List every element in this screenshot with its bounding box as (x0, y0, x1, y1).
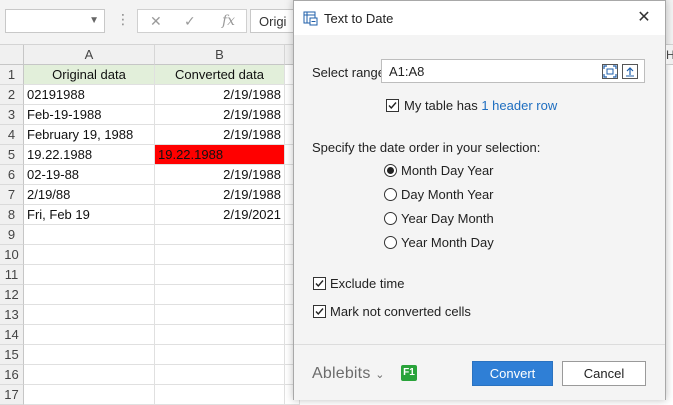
radio-year-month-day[interactable] (384, 236, 397, 249)
cell-b[interactable] (155, 285, 285, 305)
dialog-titlebar: Text to Date ✕ (294, 1, 665, 35)
text-to-date-dialog: Text to Date ✕ Select range: A1:A8 My ta… (293, 0, 666, 400)
cell-b[interactable]: 2/19/1988 (155, 185, 285, 205)
cell-b[interactable] (155, 265, 285, 285)
column-header-h[interactable]: H (666, 45, 673, 65)
cell-a[interactable]: Original data (24, 65, 155, 85)
exclude-time-checkbox[interactable] (313, 277, 326, 290)
select-range-icon[interactable] (602, 64, 618, 79)
cell-a[interactable] (24, 285, 155, 305)
dialog-footer: Ablebits ⌄ F1 Convert Cancel (294, 344, 665, 400)
radio-day-month-year[interactable] (384, 188, 397, 201)
row-header[interactable]: 10 (0, 245, 24, 265)
range-value: A1:A8 (389, 64, 425, 79)
header-row-label: My table has 1 header row (404, 98, 557, 113)
cell-a[interactable]: February 19, 1988 (24, 125, 155, 145)
text-to-date-icon (303, 11, 318, 29)
mark-not-converted-checkbox[interactable] (313, 305, 326, 318)
row-header[interactable]: 15 (0, 345, 24, 365)
cell-a[interactable] (24, 305, 155, 325)
mark-not-converted-label: Mark not converted cells (330, 304, 471, 319)
column-header-b[interactable]: B (155, 45, 285, 65)
ablebits-menu[interactable]: Ablebits ⌄ (312, 365, 385, 383)
row-header[interactable]: 3 (0, 105, 24, 125)
chevron-down-icon[interactable]: ▼ (89, 15, 99, 26)
select-range-label: Select range: (312, 65, 389, 80)
cell-a[interactable]: 02-19-88 (24, 165, 155, 185)
row-header[interactable]: 12 (0, 285, 24, 305)
name-box[interactable]: ▼ (5, 9, 105, 33)
fx-icon[interactable]: fx (222, 13, 235, 29)
collapse-dialog-icon[interactable] (622, 64, 638, 79)
cancel-button[interactable]: Cancel (562, 361, 646, 386)
cell-b[interactable]: 2/19/1988 (155, 85, 285, 105)
month-day-year-label: Month Day Year (401, 163, 494, 178)
chevron-down-icon: ⌄ (375, 369, 385, 381)
formula-actions: ✕ ✓ fx (137, 9, 247, 33)
row-header[interactable]: 16 (0, 365, 24, 385)
row-header[interactable]: 6 (0, 165, 24, 185)
row-header[interactable]: 8 (0, 205, 24, 225)
cell-a[interactable] (24, 385, 155, 405)
row-header[interactable]: 5 (0, 145, 24, 165)
brand-name: Ablebits (312, 365, 371, 382)
year-month-day-label: Year Month Day (401, 235, 494, 250)
cancel-icon[interactable]: ✕ (150, 13, 162, 30)
cell-b[interactable]: 2/19/1988 (155, 105, 285, 125)
row-header[interactable]: 2 (0, 85, 24, 105)
cell-b[interactable] (155, 225, 285, 245)
cell-b[interactable] (155, 305, 285, 325)
help-icon[interactable]: F1 (401, 365, 417, 381)
cell-a[interactable] (24, 365, 155, 385)
year-day-month-label: Year Day Month (401, 211, 494, 226)
cell-a[interactable]: 02191988 (24, 85, 155, 105)
select-all-corner[interactable] (0, 45, 24, 65)
cell-a[interactable] (24, 245, 155, 265)
row-header[interactable]: 9 (0, 225, 24, 245)
range-input[interactable]: A1:A8 (381, 59, 645, 83)
row-header[interactable]: 14 (0, 325, 24, 345)
row-header[interactable]: 13 (0, 305, 24, 325)
day-month-year-label: Day Month Year (401, 187, 494, 202)
row-header[interactable]: 4 (0, 125, 24, 145)
radio-year-day-month[interactable] (384, 212, 397, 225)
cell-b[interactable] (155, 345, 285, 365)
cell-b[interactable]: Converted data (155, 65, 285, 85)
row-header[interactable]: 11 (0, 265, 24, 285)
cell-a[interactable]: 19.22.1988 (24, 145, 155, 165)
cell-b[interactable] (155, 385, 285, 405)
cell-b[interactable]: 2/19/1988 (155, 165, 285, 185)
row-header[interactable]: 1 (0, 65, 24, 85)
cell-b[interactable] (155, 325, 285, 345)
more-options-icon: ⋮ (116, 11, 130, 27)
dialog-title: Text to Date (324, 11, 394, 26)
cell-a[interactable] (24, 345, 155, 365)
cell-b[interactable]: 2/19/2021 (155, 205, 285, 225)
exclude-time-label: Exclude time (330, 276, 405, 291)
cell-a[interactable] (24, 325, 155, 345)
header-row-link[interactable]: 1 header row (481, 98, 557, 113)
cell-a[interactable] (24, 225, 155, 245)
row-header[interactable]: 7 (0, 185, 24, 205)
cell-a[interactable]: 2/19/88 (24, 185, 155, 205)
row-header[interactable]: 17 (0, 385, 24, 405)
header-row-checkbox[interactable] (386, 99, 399, 112)
convert-button[interactable]: Convert (472, 361, 553, 386)
column-header-a[interactable]: A (24, 45, 155, 65)
cell-a[interactable]: Fri, Feb 19 (24, 205, 155, 225)
header-row-text: My table has (404, 98, 478, 113)
cell-a[interactable]: Feb-19-1988 (24, 105, 155, 125)
close-button[interactable]: ✕ (633, 7, 655, 29)
cell-a[interactable] (24, 265, 155, 285)
worksheet-grid: A B 1 Original data Converted data 2 0219198… (0, 45, 300, 405)
cell-b[interactable]: 2/19/1988 (155, 125, 285, 145)
cell-b[interactable] (155, 245, 285, 265)
cell-b[interactable] (155, 365, 285, 385)
cell-b[interactable]: 19.22.1988 (155, 145, 285, 165)
check-icon[interactable]: ✓ (184, 13, 196, 30)
radio-month-day-year[interactable] (384, 164, 397, 177)
date-order-label: Specify the date order in your selection… (312, 140, 541, 155)
